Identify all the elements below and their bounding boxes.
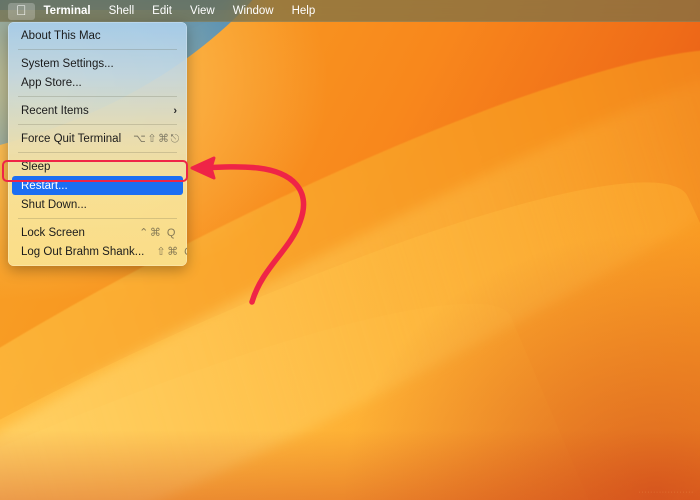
menu-item-label: App Store...: [21, 76, 82, 89]
chevron-right-icon: ›: [173, 104, 177, 117]
menu-item-app-store[interactable]: App Store...: [8, 73, 187, 92]
menubar-item-shell[interactable]: Shell: [100, 3, 144, 20]
menubar-item-window[interactable]: Window: [224, 3, 283, 20]
menu-item-sleep[interactable]: Sleep: [8, 157, 187, 176]
menu-item-restart[interactable]: Restart...: [12, 176, 183, 195]
menubar-item-help[interactable]: Help: [283, 3, 325, 20]
menu-separator: [18, 49, 177, 50]
menubar-item-view[interactable]: View: [181, 3, 224, 20]
watermark-text: ···················: [638, 489, 694, 496]
apple-logo-icon: : [16, 3, 27, 17]
menu-item-label: Force Quit Terminal: [21, 132, 122, 145]
apple-menu-button[interactable]: : [8, 2, 35, 20]
menu-item-recent-items[interactable]: Recent Items ›: [8, 101, 187, 120]
macos-desktop-screenshot: ···················  Terminal Shell Edi…: [0, 0, 700, 500]
menu-item-label: Lock Screen: [21, 226, 85, 239]
menu-item-lock-screen[interactable]: Lock Screen ⌃⌘ Q: [8, 223, 187, 242]
menu-item-about-this-mac[interactable]: About This Mac: [8, 26, 187, 45]
wallpaper-bottom-fade: [0, 430, 700, 500]
apple-dropdown-menu: About This Mac System Settings... App St…: [8, 22, 187, 266]
menu-item-label: About This Mac: [21, 29, 101, 42]
menu-item-shortcut: ⌃⌘ Q: [139, 227, 177, 239]
menu-item-label: Recent Items: [21, 104, 89, 117]
menubar-item-edit[interactable]: Edit: [143, 3, 181, 20]
menu-item-force-quit-terminal[interactable]: Force Quit Terminal ⌥⇧⌘⎋: [8, 129, 187, 148]
menu-separator: [18, 152, 177, 153]
menu-item-label: Restart...: [21, 179, 68, 192]
menu-separator: [18, 124, 177, 125]
menu-bar:  Terminal Shell Edit View Window Help: [0, 0, 700, 22]
menu-item-shortcut: ⇧⌘ Q: [156, 246, 187, 258]
menu-separator: [18, 96, 177, 97]
menu-item-label: Sleep: [21, 160, 51, 173]
menubar-item-terminal[interactable]: Terminal: [35, 3, 100, 20]
menu-item-shortcut: ⌥⇧⌘⎋: [133, 132, 181, 145]
menu-item-system-settings[interactable]: System Settings...: [8, 54, 187, 73]
menu-item-shut-down[interactable]: Shut Down...: [8, 195, 187, 214]
menu-item-label: System Settings...: [21, 57, 114, 70]
menu-item-label: Log Out Brahm Shank...: [21, 245, 145, 258]
menu-item-label: Shut Down...: [21, 198, 87, 211]
menu-item-log-out[interactable]: Log Out Brahm Shank... ⇧⌘ Q: [8, 242, 187, 261]
menu-separator: [18, 218, 177, 219]
